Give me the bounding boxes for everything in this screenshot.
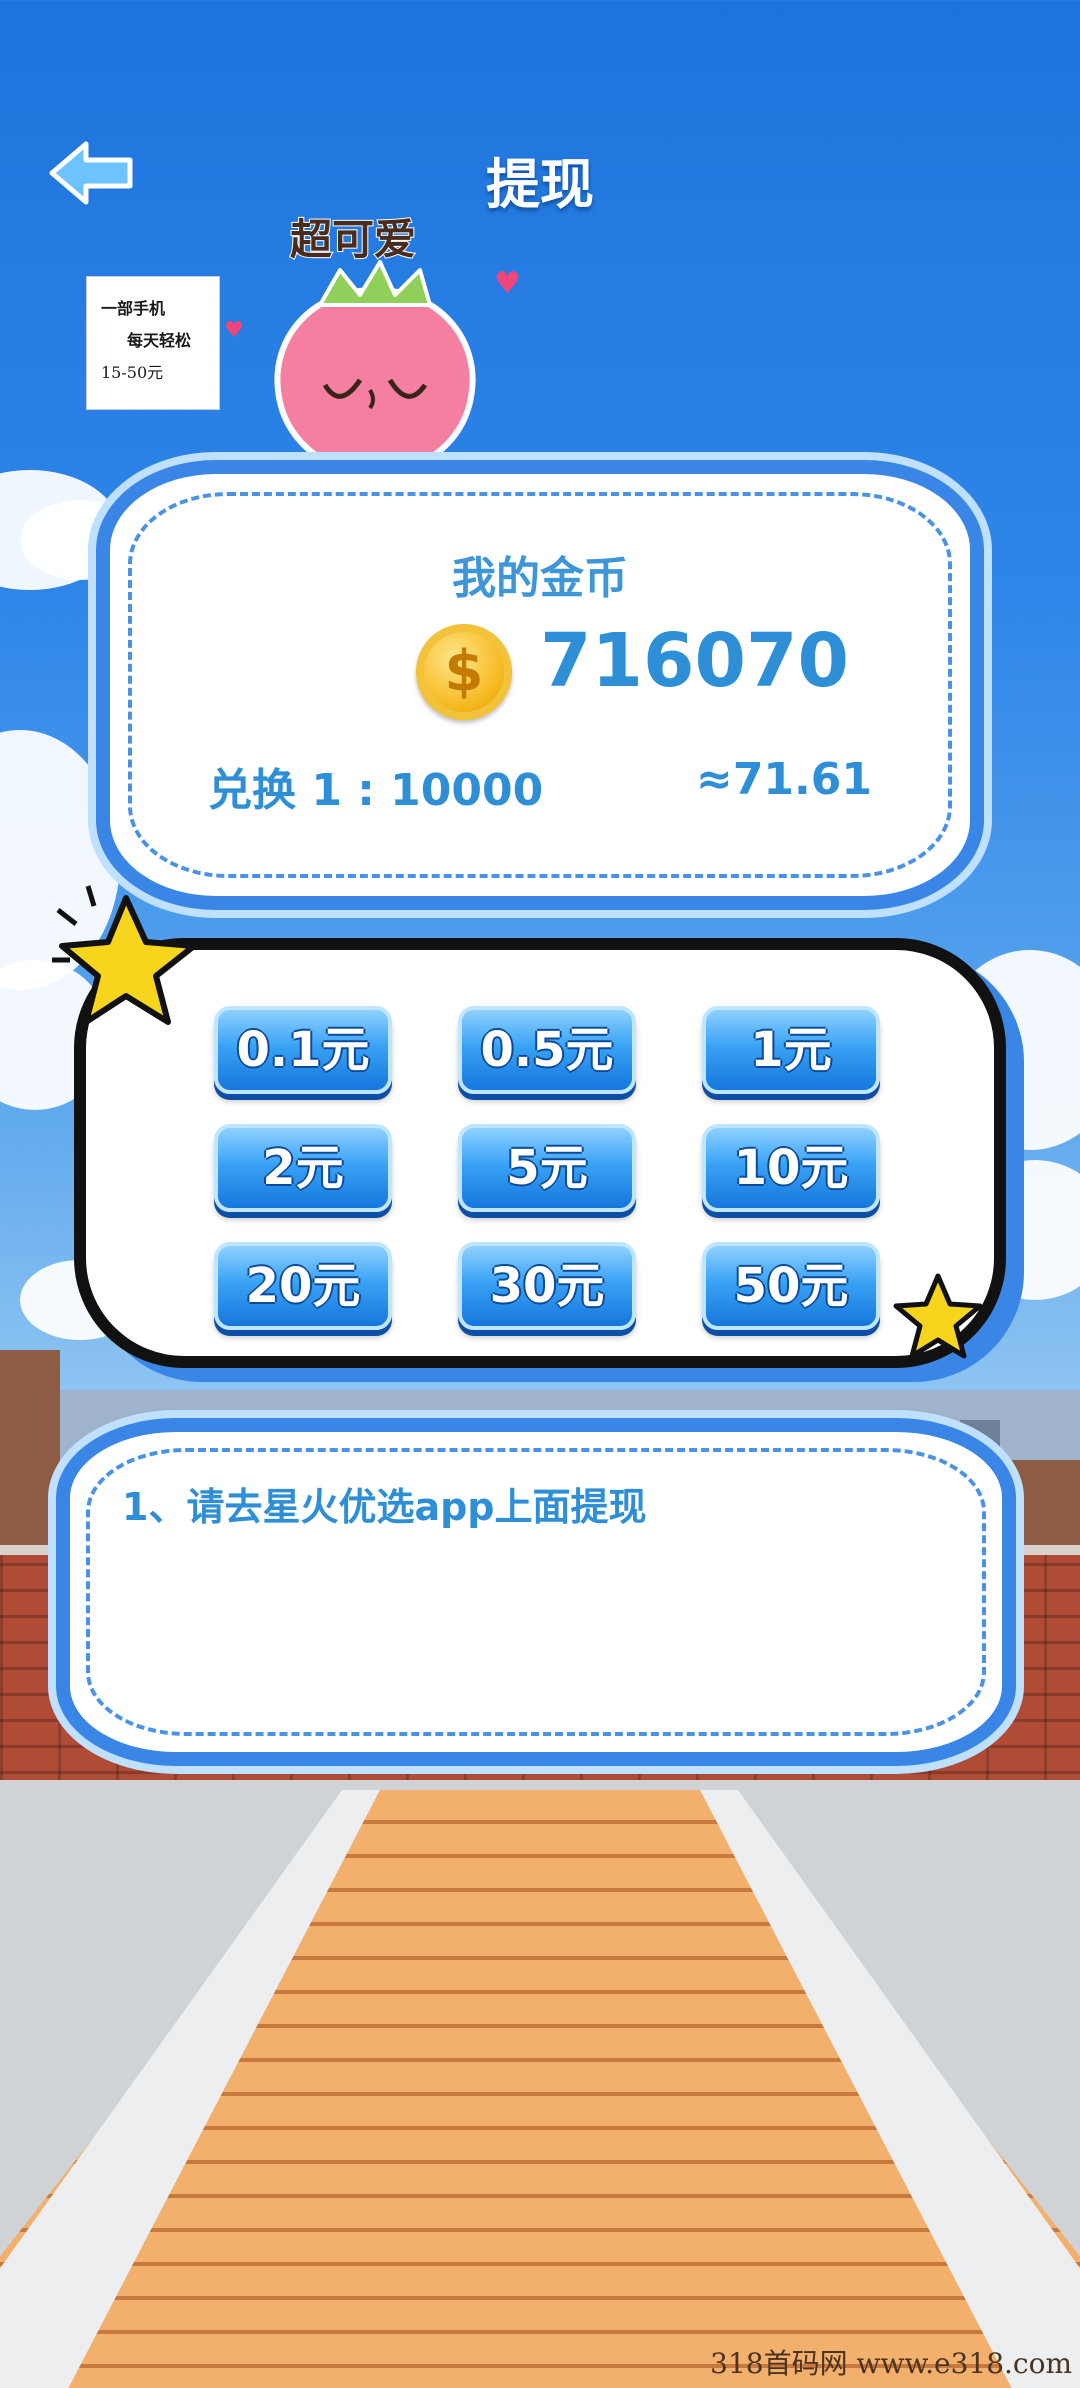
page-title: 提现 (486, 153, 594, 216)
heart-icon: ♥ (224, 318, 244, 343)
exchange-rate: 兑换 1 : 10000 (208, 765, 544, 816)
star-icon (52, 885, 197, 1025)
amount-button-0.1[interactable]: 0.1元 (214, 1006, 392, 1094)
amount-button-0.5[interactable]: 0.5元 (458, 1006, 636, 1094)
star-icon (893, 1273, 983, 1359)
amount-button-20[interactable]: 20元 (214, 1242, 392, 1330)
amount-options: 0.1元 0.5元 1元 2元 5元 10元 20元 30元 50元 (214, 1006, 884, 1330)
amount-button-30[interactable]: 30元 (458, 1242, 636, 1330)
coin-icon: $ (416, 624, 512, 720)
coin-balance-card: 我的金币 $ 716070 兑换 1 : 10000 ≈71.61 (96, 460, 984, 910)
amount-button-50[interactable]: 50元 (702, 1242, 880, 1330)
promo-sticker: 一部手机 每天轻松 15-50元 (86, 276, 220, 410)
watermark: 318首码网 www.e318.com (710, 2347, 1072, 2380)
notice-text: 1、请去星火优选app上面提现 (122, 1485, 647, 1529)
strawberry-mascot-icon (270, 250, 480, 490)
amount-button-10[interactable]: 10元 (702, 1124, 880, 1212)
heart-icon: ♥ (494, 266, 521, 301)
exchange-value: ≈71.61 (695, 754, 872, 805)
amount-button-1[interactable]: 1元 (702, 1006, 880, 1094)
promo-line-1: 一部手机 (101, 299, 166, 318)
notice-card: 1、请去星火优选app上面提现 (56, 1418, 1016, 1766)
promo-line-3: 15-50元 (101, 363, 164, 382)
promo-line-2: 每天轻松 (127, 331, 192, 350)
coin-balance-amount: 716070 (540, 618, 849, 704)
amount-button-2[interactable]: 2元 (214, 1124, 392, 1212)
coin-balance-label: 我的金币 (452, 553, 628, 604)
amount-button-5[interactable]: 5元 (458, 1124, 636, 1212)
